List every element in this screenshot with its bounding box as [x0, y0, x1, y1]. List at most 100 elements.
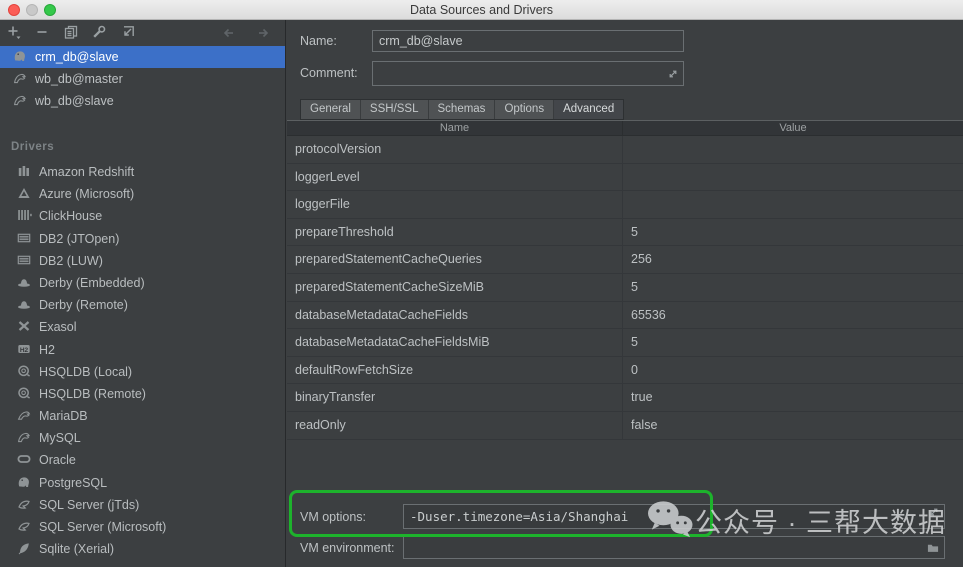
driver-item-oracle[interactable]: Oracle — [0, 449, 285, 471]
hsqldb-icon — [16, 363, 32, 379]
prop-value[interactable]: 5 — [623, 219, 963, 246]
prop-name: protocolVersion — [287, 136, 623, 163]
sources-panel: crm_db@slave wb_db@master wb_db@slave Dr… — [0, 20, 286, 567]
folder-icon[interactable] — [927, 542, 940, 554]
expand-icon[interactable] — [928, 506, 940, 518]
expand-icon[interactable] — [667, 68, 679, 80]
back-icon[interactable] — [221, 25, 239, 41]
table-row[interactable]: protocolVersion — [287, 136, 963, 164]
driver-item-amazon-redshift[interactable]: Amazon Redshift — [0, 161, 285, 183]
drivers-section-header: Drivers — [11, 141, 55, 153]
prop-value[interactable]: 0 — [623, 357, 963, 384]
prop-value[interactable] — [623, 191, 963, 218]
oracle-icon — [16, 451, 32, 467]
azure-icon — [16, 185, 32, 201]
wrench-icon[interactable] — [91, 24, 109, 40]
tab-schemas[interactable]: Schemas — [428, 100, 496, 119]
tab-options[interactable]: Options — [495, 100, 555, 119]
table-row[interactable]: loggerFile — [287, 191, 963, 219]
add-icon[interactable] — [6, 24, 24, 40]
db2-icon — [16, 252, 32, 268]
datasource-label: crm_db@slave — [35, 50, 119, 64]
redshift-icon — [16, 163, 32, 179]
import-icon[interactable] — [120, 24, 138, 40]
driver-label: DB2 (JTOpen) — [39, 231, 120, 246]
table-row[interactable]: prepareThreshold 5 — [287, 218, 963, 247]
driver-label: Amazon Redshift — [39, 165, 135, 179]
driver-item-db2-luw[interactable]: DB2 (LUW) — [0, 250, 285, 272]
vm-environment-label: VM environment: — [300, 541, 395, 555]
db2-icon — [16, 230, 32, 246]
name-input[interactable] — [372, 30, 684, 52]
table-row[interactable]: preparedStatementCacheSizeMiB 5 — [287, 273, 963, 302]
name-label: Name: — [300, 34, 337, 48]
prop-name: loggerLevel — [287, 163, 623, 191]
prop-value[interactable]: 5 — [623, 329, 963, 356]
drivers-list: Amazon Redshift Azure (Microsoft) ClickH… — [0, 161, 285, 567]
datasource-item-wb_db-slave[interactable]: wb_db@slave — [0, 90, 285, 112]
vm-environment-input[interactable] — [403, 536, 945, 559]
prop-value[interactable]: 65536 — [623, 302, 963, 329]
driver-label: MariaDB — [39, 409, 88, 424]
driver-item-azure[interactable]: Azure (Microsoft) — [0, 183, 285, 205]
derby-icon — [16, 274, 32, 290]
postgresql-icon — [12, 48, 28, 64]
tab-advanced[interactable]: Advanced — [554, 100, 624, 119]
prop-name: binaryTransfer — [287, 384, 623, 411]
driver-label: PostgreSQL — [39, 475, 108, 490]
tab-ssh-ssl[interactable]: SSH/SSL — [360, 100, 429, 119]
driver-item-sqlserver-microsoft[interactable]: SQL Server (Microsoft) — [0, 516, 285, 538]
driver-item-derby-embedded[interactable]: Derby (Embedded) — [0, 272, 285, 294]
prop-name: loggerFile — [287, 191, 623, 218]
driver-item-partial[interactable] — [0, 560, 285, 567]
prop-value[interactable]: 5 — [623, 274, 963, 301]
forward-icon[interactable] — [255, 25, 273, 41]
settings-tabs: General SSH/SSL Schemas Options Advanced — [300, 99, 625, 120]
hsqldb-icon — [16, 385, 32, 401]
datasource-item-crm_db-slave[interactable]: crm_db@slave — [0, 46, 285, 68]
driver-item-hsqldb-local[interactable]: HSQLDB (Local) — [0, 361, 285, 383]
driver-item-hsqldb-remote[interactable]: HSQLDB (Remote) — [0, 383, 285, 405]
datasource-item-wb_db-master[interactable]: wb_db@master — [0, 68, 285, 90]
driver-item-sqlserver-jtds[interactable]: SQL Server (jTds) — [0, 494, 285, 516]
driver-item-postgresql[interactable]: PostgreSQL — [0, 472, 285, 494]
vm-options-input[interactable] — [403, 504, 945, 529]
table-row[interactable]: readOnly false — [287, 411, 963, 440]
driver-item-mariadb[interactable]: MariaDB — [0, 405, 285, 427]
duplicate-icon[interactable] — [63, 24, 81, 40]
tab-general[interactable]: General — [301, 100, 361, 119]
driver-label: SQL Server (Microsoft) — [39, 520, 167, 534]
prop-value[interactable] — [623, 136, 963, 163]
h2-icon: H2 — [16, 341, 32, 357]
driver-label: SQL Server (jTds) — [39, 497, 140, 512]
datasource-settings-panel: Name: Comment: General SSH/SSL Schemas O… — [287, 20, 963, 567]
prop-value[interactable]: false — [623, 412, 963, 439]
driver-item-mysql[interactable]: MySQL — [0, 427, 285, 449]
table-row[interactable]: loggerLevel — [287, 163, 963, 192]
remove-icon[interactable] — [34, 24, 52, 40]
driver-item-exasol[interactable]: Exasol — [0, 316, 285, 338]
table-row[interactable]: binaryTransfer true — [287, 384, 963, 412]
driver-label: Exasol — [39, 320, 77, 335]
svg-text:H2: H2 — [20, 346, 29, 353]
table-row[interactable]: databaseMetadataCacheFieldsMiB 5 — [287, 329, 963, 357]
advanced-properties-table: Name Value protocolVersion loggerLevel l… — [287, 120, 963, 440]
driver-item-h2[interactable]: H2 H2 — [0, 339, 285, 361]
exasol-icon — [16, 318, 32, 334]
prop-value[interactable]: true — [623, 384, 963, 411]
driver-label: Oracle — [39, 453, 76, 468]
prop-value[interactable]: 256 — [623, 246, 963, 273]
sqlserver-icon — [16, 496, 32, 512]
datasource-label: wb_db@master — [35, 72, 123, 86]
prop-value[interactable] — [623, 164, 963, 191]
driver-item-sqlite-xerial[interactable]: Sqlite (Xerial) — [0, 538, 285, 560]
prop-name: databaseMetadataCacheFieldsMiB — [287, 329, 623, 356]
table-row[interactable]: preparedStatementCacheQueries 256 — [287, 246, 963, 274]
table-header: Name Value — [287, 120, 963, 136]
driver-item-derby-remote[interactable]: Derby (Remote) — [0, 294, 285, 316]
comment-input[interactable] — [372, 61, 684, 86]
table-row[interactable]: databaseMetadataCacheFields 65536 — [287, 301, 963, 330]
table-row[interactable]: defaultRowFetchSize 0 — [287, 356, 963, 385]
driver-item-clickhouse[interactable]: ClickHouse — [0, 205, 285, 227]
driver-item-db2-jtopen[interactable]: DB2 (JTOpen) — [0, 228, 285, 250]
